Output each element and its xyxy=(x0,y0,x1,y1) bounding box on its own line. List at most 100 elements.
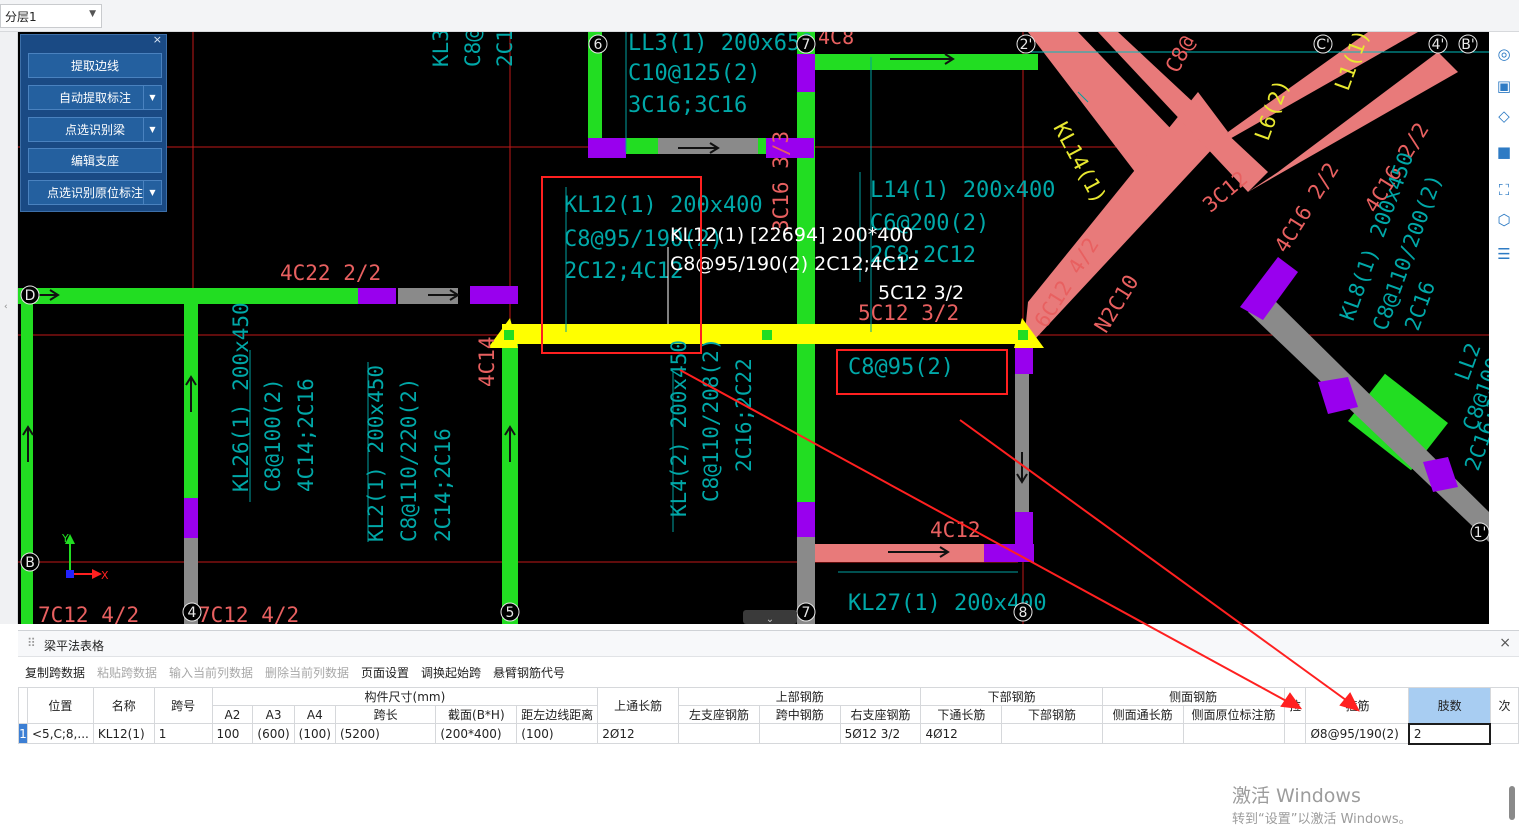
panel-title: 梁平法表格 xyxy=(44,639,105,653)
chevron-down-icon[interactable]: ▼ xyxy=(143,181,161,204)
bubble-4p: 4' xyxy=(1432,37,1445,53)
svg-text:3C16 3/3: 3C16 3/3 xyxy=(769,131,793,232)
input-column-data-button[interactable]: 输入当前列数据 xyxy=(169,664,253,681)
header-next: 次 xyxy=(1489,687,1519,724)
svg-text:C8@110/220(2): C8@110/220(2) xyxy=(397,378,421,542)
cell-top-continuous[interactable]: 2Ø12 xyxy=(597,723,680,744)
header-section: 截面(B*H) xyxy=(435,705,518,724)
bubble-4: 4 xyxy=(188,605,197,621)
bubble-7: 7 xyxy=(802,37,811,53)
cad-drawing: LL3(1) 200x650 C10@125(2) 3C16;3C16 KL12… xyxy=(18,32,1489,624)
svg-text:3C16;3C16: 3C16;3C16 xyxy=(628,93,747,118)
activation-watermark-title: 激活 Windows xyxy=(1232,785,1361,807)
activation-watermark-subtitle: 转到“设置”以激活 Windows。 xyxy=(1232,812,1412,827)
svg-text:C8@95(2): C8@95(2) xyxy=(848,355,954,380)
svg-text:KL14(1): KL14(1) xyxy=(1049,118,1112,207)
cell-bottom-rebar[interactable] xyxy=(1001,723,1103,744)
collapse-left-icon[interactable]: ‹ xyxy=(4,302,8,312)
close-icon[interactable]: × xyxy=(153,33,162,46)
header-span-no: 跨号 xyxy=(153,687,213,724)
cube-icon[interactable]: ◇ xyxy=(1492,104,1516,128)
bubble-8: 8 xyxy=(1019,605,1028,621)
properties-icon[interactable]: ☰ xyxy=(1492,242,1516,266)
swap-start-span-button[interactable]: 调换起始跨 xyxy=(421,664,481,681)
zoom-extents-icon[interactable]: ⛶ xyxy=(1492,178,1516,202)
edit-support-button[interactable]: 编辑支座 xyxy=(28,148,162,173)
cell-stirrup[interactable]: Ø8@95/190(2) xyxy=(1305,723,1410,744)
close-icon[interactable]: × xyxy=(1499,635,1511,651)
header-group-size: 构件尺寸(mm) xyxy=(211,687,599,706)
svg-text:Y: Y xyxy=(61,532,69,545)
cell-right-seat[interactable]: 5Ø12 3/2 xyxy=(839,723,922,744)
vertical-scrollbar[interactable] xyxy=(1509,786,1515,820)
cad-canvas[interactable]: LL3(1) 200x650 C10@125(2) 3C16;3C16 KL12… xyxy=(18,32,1489,624)
cell-a4[interactable]: (100) xyxy=(293,723,336,744)
cell-legs-input[interactable]: 2 xyxy=(1407,722,1492,745)
bubble-7b: 7 xyxy=(802,605,811,621)
vertical-beam-annotations: KL26(1) 200x450 C8@100(2) 4C14;2C16 KL2(… xyxy=(229,32,1489,542)
paste-span-data-button[interactable]: 粘贴跨数据 xyxy=(97,664,157,681)
svg-text:KL12(1) 200x400: KL12(1) 200x400 xyxy=(564,193,763,218)
pick-identify-beam-label: 点选识别梁 xyxy=(64,123,125,137)
label-line2: C8@95/190(2) 2C12;4C12 xyxy=(670,253,920,275)
cell-left-seat[interactable] xyxy=(678,723,760,744)
svg-text:KL26(1) 200x450: KL26(1) 200x450 xyxy=(229,302,253,492)
drag-handle-icon[interactable]: ⠿ xyxy=(27,636,36,650)
header-legs[interactable]: 肢数 xyxy=(1408,687,1491,724)
box-select-icon[interactable]: ⬡ xyxy=(1492,208,1516,232)
recognition-tool-panel: × 提取边线 自动提取标注 ▼ 点选识别梁 ▼ 编辑支座 点选识别原位标注 ▼ xyxy=(20,33,167,212)
cell-side-origin[interactable] xyxy=(1182,723,1285,744)
svg-text:L14(1) 200x400: L14(1) 200x400 xyxy=(870,178,1055,203)
cell-name[interactable]: KL12(1) xyxy=(92,723,155,744)
svg-text:C8@: C8@ xyxy=(461,32,485,67)
svg-text:KL2(1) 200x450: KL2(1) 200x450 xyxy=(364,365,388,542)
label-line3: 5C12 3/2 xyxy=(878,282,964,304)
table-row[interactable]: 1 <5,C;8,... KL12(1) 1 100 (600) (100) (… xyxy=(18,722,1519,745)
3d-view-icon[interactable]: ▣ xyxy=(1492,74,1516,98)
auto-extract-annotation-button[interactable]: 自动提取标注 ▼ xyxy=(28,85,162,110)
layer-select[interactable]: 分层1 ▼ xyxy=(0,4,102,28)
delete-column-data-button[interactable]: 删除当前列数据 xyxy=(265,664,349,681)
bubble-b: B xyxy=(25,555,35,571)
cell-mid-span[interactable] xyxy=(758,723,841,744)
header-a3: A3 xyxy=(252,705,295,724)
selected-beam-kl12 xyxy=(488,318,1044,348)
svg-text:5C12 3/2: 5C12 3/2 xyxy=(858,301,959,325)
cell-bottom-continuous[interactable]: 4Ø12 xyxy=(920,723,1003,744)
svg-text:LL3(1) 200x650: LL3(1) 200x650 xyxy=(628,32,813,56)
pick-identify-origin-annotation-button[interactable]: 点选识别原位标注 ▼ xyxy=(28,180,162,205)
chevron-down-icon[interactable]: ▼ xyxy=(143,118,161,141)
solid-cube-icon[interactable]: ■ xyxy=(1492,140,1516,164)
bubble-5: 5 xyxy=(506,605,515,621)
header-bottom-rebar: 下部钢筋 xyxy=(1001,705,1103,724)
svg-text:X: X xyxy=(101,569,109,582)
svg-text:2C16;2C22: 2C16;2C22 xyxy=(732,358,756,472)
extract-edge-label: 提取边线 xyxy=(70,59,119,73)
cell-a2[interactable]: 100 xyxy=(211,723,254,744)
header-mid-span: 跨中钢筋 xyxy=(758,705,841,724)
bubble-bp: B' xyxy=(1461,37,1474,53)
cell-section[interactable]: (200*400) xyxy=(435,723,518,744)
orbit-icon[interactable]: ◎ xyxy=(1492,42,1516,66)
bubble-2p: 2' xyxy=(1020,37,1033,53)
cell-position[interactable]: <5,C;8,... xyxy=(27,723,94,744)
cell-tie[interactable] xyxy=(1283,723,1307,744)
cell-span[interactable]: 1 xyxy=(153,723,213,744)
top-bar: 分层1 ▼ xyxy=(0,0,1519,32)
cell-side-continuous[interactable] xyxy=(1101,723,1184,744)
cell-next[interactable] xyxy=(1489,723,1519,744)
header-a2: A2 xyxy=(211,705,254,724)
pick-identify-beam-button[interactable]: 点选识别梁 ▼ xyxy=(28,117,162,142)
copy-span-data-button[interactable]: 复制跨数据 xyxy=(25,664,85,681)
beam-table: 位置 名称 跨号 构件尺寸(mm) 上通长筋 上部钢筋 下部钢筋 侧面钢筋 拉 … xyxy=(18,687,1519,745)
svg-text:C10@125(2): C10@125(2) xyxy=(628,61,760,86)
cantilever-rebar-code-button[interactable]: 悬臂钢筋代号 xyxy=(493,664,565,681)
page-setup-button[interactable]: 页面设置 xyxy=(361,664,409,681)
cell-a3[interactable]: (600) xyxy=(252,723,295,744)
svg-text:6C12 4/2: 6C12 4/2 xyxy=(1030,233,1104,332)
extract-edge-button[interactable]: 提取边线 xyxy=(28,53,162,78)
cell-edge-distance[interactable]: (100) xyxy=(516,723,599,744)
chevron-down-icon[interactable]: ▼ xyxy=(143,86,161,109)
cell-span-length[interactable]: (5200) xyxy=(334,723,437,744)
row-number[interactable]: 1 xyxy=(18,723,28,744)
